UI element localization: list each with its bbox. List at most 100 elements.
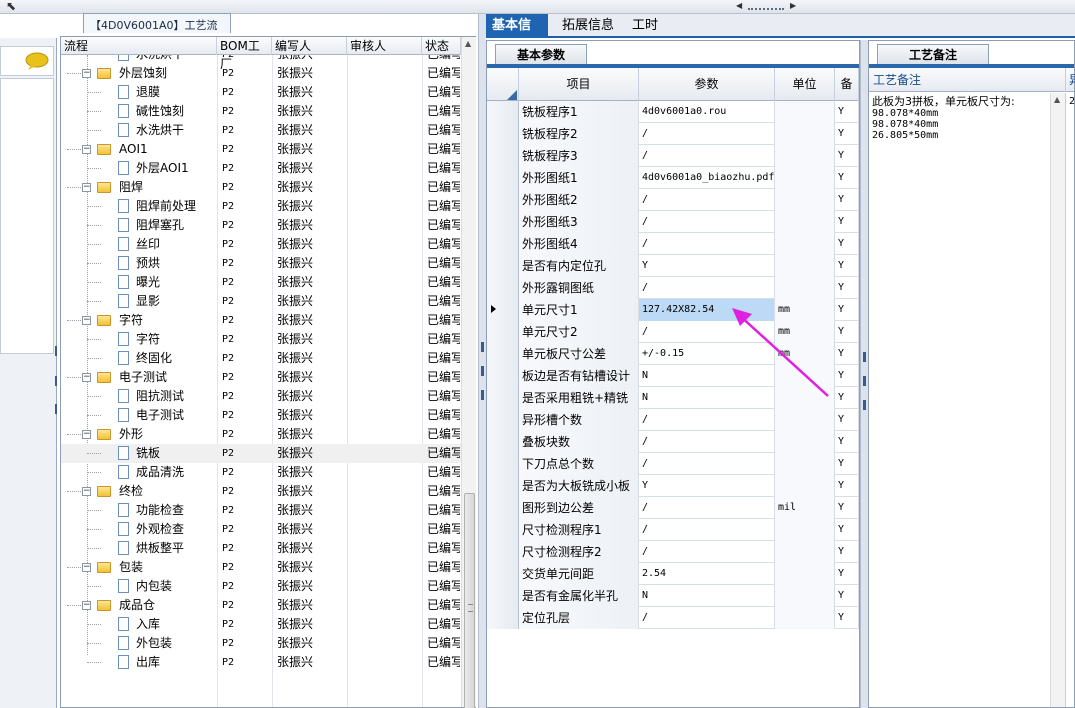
col-header-author[interactable]: 编写人 [272, 37, 347, 55]
tree-step-row[interactable]: 外观检查 P2 张振兴 已编写 [61, 520, 461, 539]
tree-node-label[interactable]: 外层蚀刻 [119, 64, 215, 83]
param-unit-cell[interactable] [775, 189, 835, 211]
tree-node-label[interactable]: 铣板 [136, 444, 216, 463]
row-header[interactable] [487, 519, 519, 541]
tree-node-label[interactable]: 字符 [136, 330, 216, 349]
param-row[interactable]: 铣板程序2/ Y [487, 123, 859, 145]
tree-node-label[interactable]: 终固化 [136, 349, 216, 368]
row-header[interactable] [487, 563, 519, 585]
param-value-cell[interactable]: 4d0v6001a0_biaozhu.pdf [639, 167, 775, 189]
tree-node-label[interactable]: 阻焊前处理 [136, 197, 216, 216]
tree-node-label[interactable]: 电子测试 [136, 406, 216, 425]
row-header[interactable] [487, 255, 519, 277]
tab-extended-info[interactable]: 拓展信息 [556, 14, 620, 38]
param-flag-cell[interactable]: Y [835, 387, 859, 409]
param-row[interactable]: 是否为大板铣成小板 Y Y [487, 475, 859, 497]
param-value-cell[interactable]: Y [639, 475, 775, 497]
param-flag-cell[interactable]: Y [835, 541, 859, 563]
vertical-splitter[interactable] [478, 14, 486, 708]
collapse-icon[interactable]: − [82, 601, 91, 610]
param-unit-cell[interactable] [775, 475, 835, 497]
row-header[interactable] [487, 189, 519, 211]
param-row[interactable]: 铣板程序3/ Y [487, 145, 859, 167]
tree-node-label[interactable]: 成品清洗 [136, 463, 216, 482]
row-header[interactable] [487, 453, 519, 475]
param-row[interactable]: 尺寸检测程序2/ Y [487, 541, 859, 563]
tree-node-label[interactable]: 功能检查 [136, 501, 216, 520]
tree-step-row[interactable]: 入库 P2 张振兴 已编写 [61, 615, 461, 634]
row-header[interactable] [487, 101, 519, 123]
param-unit-cell[interactable] [775, 365, 835, 387]
param-unit-cell[interactable] [775, 211, 835, 233]
param-value-cell[interactable]: 4d0v6001a0.rou [639, 101, 775, 123]
tree-node-label[interactable]: 外观检查 [136, 520, 216, 539]
param-unit-cell[interactable] [775, 233, 835, 255]
tree-folder-row[interactable]: − 包装 P2 张振兴 已编写 [61, 558, 461, 577]
scroll-thumb[interactable] [464, 493, 475, 708]
param-unit-cell[interactable] [775, 277, 835, 299]
tree-node-label[interactable]: 退膜 [136, 83, 216, 102]
tree-node-label[interactable]: 成品仓 [119, 596, 215, 615]
tree-step-row[interactable]: 出库 P2 张振兴 已编写 [61, 653, 461, 672]
param-row[interactable]: 是否采用粗铣+精铣 N Y [487, 387, 859, 409]
tree-step-row[interactable]: 成品清洗 P2 张振兴 已编写 [61, 463, 461, 482]
param-unit-cell[interactable]: mm [775, 321, 835, 343]
tree-step-row[interactable]: 退膜 P2 张振兴 已编写 [61, 83, 461, 102]
tree-step-row[interactable]: 外层AOI1 P2 张振兴 已编写 [61, 159, 461, 178]
row-header[interactable] [487, 233, 519, 255]
tree-step-row[interactable]: 碱性蚀刻 P2 张振兴 已编写 [61, 102, 461, 121]
param-value-cell[interactable]: / [639, 409, 775, 431]
vertical-splitter-2[interactable] [860, 40, 868, 708]
splitter-grip[interactable] [748, 8, 784, 11]
param-unit-cell[interactable] [775, 255, 835, 277]
param-flag-cell[interactable]: Y [835, 123, 859, 145]
row-header[interactable] [487, 277, 519, 299]
tree-step-row[interactable]: 阻焊塞孔 P2 张振兴 已编写 [61, 216, 461, 235]
tree-node-label[interactable]: 碱性蚀刻 [136, 102, 216, 121]
param-unit-cell[interactable]: mm [775, 343, 835, 365]
param-row[interactable]: 铣板程序1 4d0v6001a0.rou Y [487, 101, 859, 123]
param-row[interactable]: 是否有内定位孔 Y Y [487, 255, 859, 277]
param-unit-cell[interactable] [775, 387, 835, 409]
tree-folder-row[interactable]: − 终检 P2 张振兴 已编写 [61, 482, 461, 501]
tree-step-row[interactable]: 字符 P2 张振兴 已编写 [61, 330, 461, 349]
message-box[interactable] [0, 46, 54, 76]
param-unit-cell[interactable] [775, 519, 835, 541]
collapse-icon[interactable]: − [82, 316, 91, 325]
collapse-icon[interactable]: − [82, 69, 91, 78]
tree-step-row[interactable]: 曝光 P2 张振兴 已编写 [61, 273, 461, 292]
row-header[interactable] [487, 123, 519, 145]
param-row[interactable]: 单元尺寸2/mm Y [487, 321, 859, 343]
tree-node-label[interactable]: 水洗烘干 [136, 121, 216, 140]
scroll-up-icon[interactable]: ▲ [465, 39, 471, 48]
tab-process-notes[interactable]: 工艺备注 [877, 44, 989, 65]
param-flag-cell[interactable]: Y [835, 365, 859, 387]
collapse-icon[interactable]: − [82, 183, 91, 192]
tree-folder-row[interactable]: − 电子测试 P2 张振兴 已编写 [61, 368, 461, 387]
param-row[interactable]: 图形到边公差 / mil Y [487, 497, 859, 519]
param-flag-cell[interactable]: Y [835, 519, 859, 541]
tree-node-label[interactable]: 烘板整平 [136, 539, 216, 558]
col-header-unit[interactable]: 单位 [775, 68, 835, 101]
notes-scrollbar[interactable]: ▲ [1050, 93, 1065, 707]
col-header-param[interactable]: 参数 [639, 68, 775, 101]
param-unit-cell[interactable]: mil [775, 497, 835, 519]
tree-step-row[interactable]: 预烘 P2 张振兴 已编写 [61, 254, 461, 273]
param-row[interactable]: 外形图纸2/ Y [487, 189, 859, 211]
param-value-cell[interactable]: N [639, 585, 775, 607]
tree-node-label[interactable]: 包装 [119, 558, 215, 577]
param-unit-cell[interactable] [775, 453, 835, 475]
row-header[interactable] [487, 321, 519, 343]
collapse-icon[interactable]: − [82, 145, 91, 154]
param-row[interactable]: 异形槽个数 / Y [487, 409, 859, 431]
param-unit-cell[interactable] [775, 123, 835, 145]
tree-node-label[interactable]: 外包装 [136, 634, 216, 653]
row-header[interactable] [487, 541, 519, 563]
param-unit-cell[interactable]: mm [775, 299, 835, 321]
tree-node-label[interactable]: 曝光 [136, 273, 216, 292]
param-row[interactable]: 外形图纸1 4d0v6001a0_biaozhu.pdf Y [487, 167, 859, 189]
param-row[interactable]: 外形露铜图纸 / Y [487, 277, 859, 299]
tree-scrollbar[interactable]: ▲ [461, 37, 476, 708]
param-value-cell[interactable]: / [639, 607, 775, 629]
param-flag-cell[interactable]: Y [835, 607, 859, 629]
